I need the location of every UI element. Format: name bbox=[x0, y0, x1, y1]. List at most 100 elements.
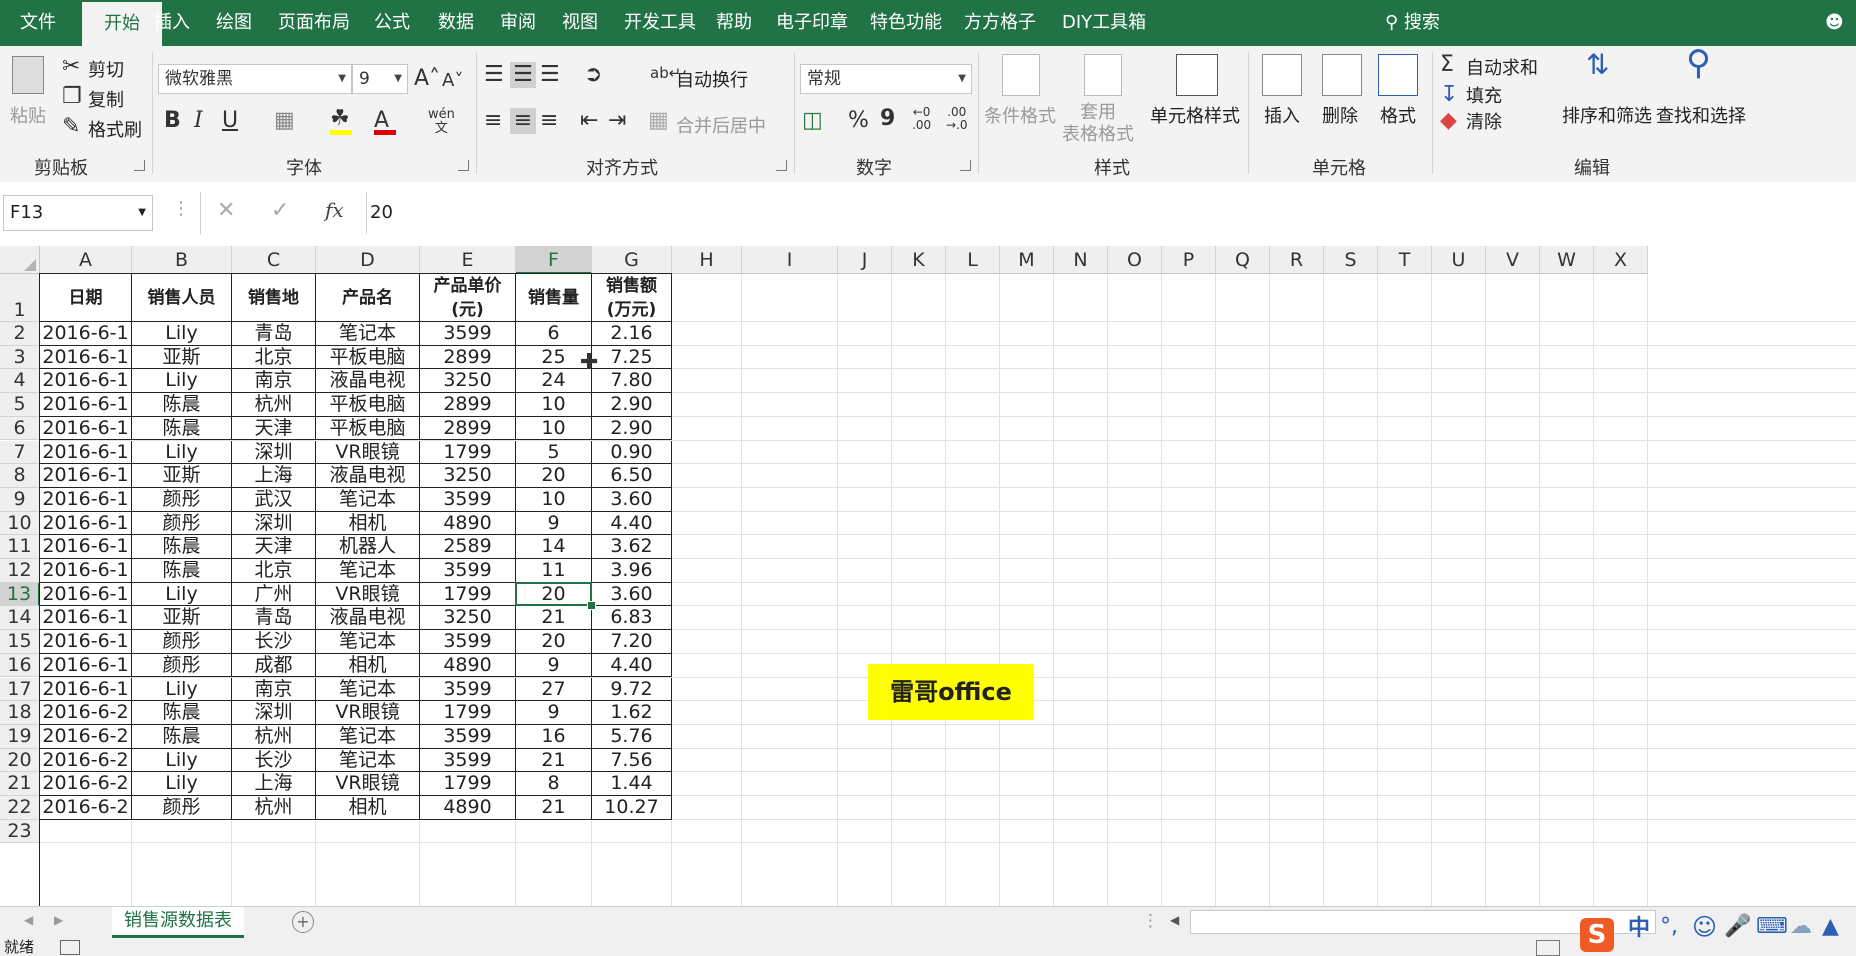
table-cell[interactable]: 3599 bbox=[420, 559, 516, 583]
table-cell[interactable]: 1799 bbox=[420, 701, 516, 725]
table-cell[interactable]: 2016-6-1 bbox=[40, 653, 132, 678]
table-cell[interactable]: 10.27 bbox=[592, 796, 672, 820]
column-header[interactable]: R bbox=[1270, 246, 1324, 274]
insert-cells-icon[interactable] bbox=[1262, 54, 1302, 96]
table-cell[interactable]: 相机 bbox=[316, 796, 420, 820]
table-cell[interactable]: 4.40 bbox=[592, 511, 672, 536]
name-box[interactable]: F13 ▼ bbox=[3, 195, 153, 231]
menu-tab-6[interactable]: 数据 bbox=[428, 0, 484, 46]
table-cell[interactable]: VR眼镜 bbox=[316, 582, 420, 607]
table-header-cell[interactable]: 销售人员 bbox=[132, 274, 232, 322]
font-size-combo[interactable]: 9 ▼ bbox=[352, 64, 408, 94]
table-cell[interactable]: 2016-6-1 bbox=[40, 416, 132, 441]
cell-styles-icon[interactable] bbox=[1176, 54, 1218, 96]
select-all-corner[interactable] bbox=[0, 246, 40, 274]
format-painter-button[interactable]: 格式刷 bbox=[88, 116, 142, 142]
table-cell[interactable]: 20 bbox=[516, 464, 592, 488]
table-cell[interactable]: 3250 bbox=[420, 464, 516, 488]
row-header[interactable]: 9 bbox=[0, 487, 40, 512]
font-launcher-icon[interactable] bbox=[458, 160, 469, 171]
row-header[interactable]: 12 bbox=[0, 559, 40, 583]
sogou-logo-icon[interactable]: S bbox=[1580, 918, 1614, 952]
table-cell[interactable]: 相机 bbox=[316, 511, 420, 536]
table-cell[interactable]: 长沙 bbox=[232, 748, 316, 773]
table-cell[interactable]: 8 bbox=[516, 772, 592, 796]
function-icon[interactable]: fx bbox=[325, 198, 344, 222]
fill-button[interactable]: 填充 bbox=[1466, 82, 1502, 108]
menu-tab-2[interactable]: 插入 bbox=[144, 0, 200, 46]
decrease-font-icon[interactable]: A˅ bbox=[442, 68, 463, 94]
table-cell[interactable]: Lily bbox=[132, 322, 232, 346]
splitter-icon[interactable]: ⋮ bbox=[1142, 911, 1159, 931]
menu-tab-0[interactable]: 文件 bbox=[10, 0, 66, 46]
table-cell[interactable]: 笔记本 bbox=[316, 724, 420, 749]
row-header[interactable]: 15 bbox=[0, 630, 40, 654]
table-cell[interactable]: 21 bbox=[516, 748, 592, 773]
row-header[interactable]: 16 bbox=[0, 653, 40, 678]
table-header-cell[interactable]: 日期 bbox=[40, 274, 132, 322]
table-cell[interactable]: 4890 bbox=[420, 653, 516, 678]
table-cell[interactable]: 9 bbox=[516, 701, 592, 725]
row-header[interactable]: 7 bbox=[0, 440, 40, 465]
table-cell[interactable]: 3599 bbox=[420, 630, 516, 654]
add-sheet-icon[interactable]: + bbox=[292, 911, 314, 933]
keyboard-icon[interactable]: ⌨ bbox=[1756, 916, 1788, 938]
table-cell[interactable]: 陈晨 bbox=[132, 559, 232, 583]
table-cell[interactable]: 3599 bbox=[420, 677, 516, 702]
column-header[interactable]: S bbox=[1324, 246, 1378, 274]
table-cell[interactable]: 平板电脑 bbox=[316, 416, 420, 441]
row-header[interactable]: 17 bbox=[0, 677, 40, 702]
next-sheet-icon[interactable]: ▶ bbox=[54, 913, 63, 927]
sort-filter-icon[interactable]: ⇅ bbox=[1586, 51, 1609, 79]
table-cell[interactable]: 11 bbox=[516, 559, 592, 583]
table-cell[interactable]: 杭州 bbox=[232, 724, 316, 749]
increase-font-icon[interactable]: A˄ bbox=[414, 66, 440, 92]
column-header[interactable]: H bbox=[672, 246, 742, 274]
fill-color-icon[interactable]: ☘ bbox=[330, 106, 350, 132]
table-cell[interactable]: 3599 bbox=[420, 487, 516, 512]
row-header[interactable]: 22 bbox=[0, 796, 40, 820]
align-top-icon[interactable]: ☰ bbox=[484, 62, 504, 88]
table-cell[interactable]: 5.76 bbox=[592, 724, 672, 749]
table-cell[interactable]: 颜彤 bbox=[132, 487, 232, 512]
paste-icon[interactable] bbox=[12, 56, 44, 94]
table-cell[interactable]: 1799 bbox=[420, 582, 516, 607]
menu-tab-11[interactable]: 电子印章 bbox=[766, 0, 858, 46]
table-cell[interactable]: 亚斯 bbox=[132, 345, 232, 370]
eraser-icon[interactable]: ◆ bbox=[1440, 108, 1457, 134]
table-cell[interactable]: 平板电脑 bbox=[316, 345, 420, 370]
menu-tab-4[interactable]: 页面布局 bbox=[268, 0, 360, 46]
column-header[interactable]: E bbox=[420, 246, 516, 274]
table-cell[interactable]: 2016-6-1 bbox=[40, 345, 132, 370]
sort-filter-button[interactable]: 排序和筛选 bbox=[1562, 102, 1652, 128]
table-cell[interactable]: 21 bbox=[516, 606, 592, 631]
align-left-icon[interactable]: ≡ bbox=[484, 108, 502, 134]
table-cell[interactable]: 液晶电视 bbox=[316, 464, 420, 488]
autosum-button[interactable]: 自动求和 bbox=[1466, 54, 1538, 80]
table-cell[interactable]: 7.56 bbox=[592, 748, 672, 773]
table-cell[interactable]: 青岛 bbox=[232, 322, 316, 346]
row-header[interactable]: 11 bbox=[0, 535, 40, 559]
wrap-text-button[interactable]: 自动换行 bbox=[676, 66, 748, 92]
align-center-icon[interactable]: ≡ bbox=[510, 108, 536, 134]
table-cell[interactable]: 10 bbox=[516, 393, 592, 417]
table-cell[interactable]: 笔记本 bbox=[316, 487, 420, 512]
table-cell[interactable]: 成都 bbox=[232, 653, 316, 678]
row-header[interactable]: 10 bbox=[0, 511, 40, 536]
align-middle-icon[interactable]: ☰ bbox=[510, 62, 536, 88]
column-header[interactable]: A bbox=[40, 246, 132, 274]
table-cell[interactable]: 5 bbox=[516, 440, 592, 465]
table-cell[interactable]: 1.44 bbox=[592, 772, 672, 796]
clear-button[interactable]: 清除 bbox=[1466, 108, 1502, 134]
orientation-icon[interactable]: ➲ bbox=[584, 62, 602, 88]
table-cell[interactable]: 北京 bbox=[232, 559, 316, 583]
column-header[interactable]: B bbox=[132, 246, 232, 274]
tshirt-icon[interactable]: ▲ bbox=[1822, 916, 1839, 938]
table-cell[interactable]: 7.80 bbox=[592, 369, 672, 394]
table-format-button[interactable]: 套用 表格格式 bbox=[1062, 102, 1134, 146]
menu-tab-5[interactable]: 公式 bbox=[364, 0, 420, 46]
align-right-icon[interactable]: ≡ bbox=[540, 108, 558, 134]
table-cell[interactable]: 深圳 bbox=[232, 701, 316, 725]
table-cell[interactable]: 2.90 bbox=[592, 416, 672, 441]
table-cell[interactable]: 2016-6-1 bbox=[40, 369, 132, 394]
